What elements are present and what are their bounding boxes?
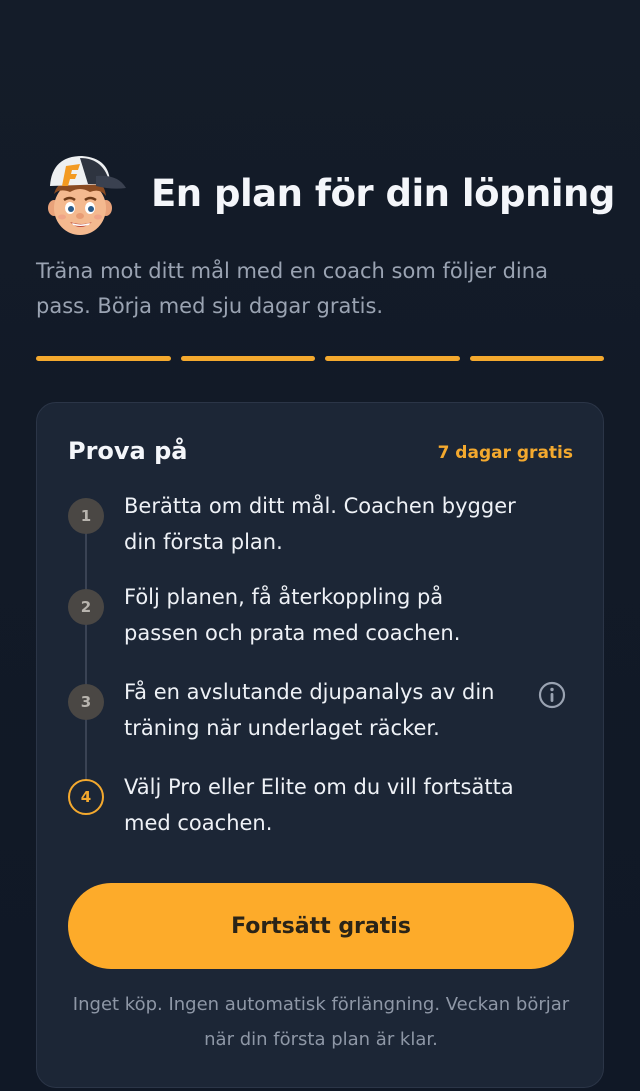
step-number: 1 [68, 498, 104, 534]
card-title: Prova på [68, 437, 188, 465]
info-icon[interactable] [538, 681, 566, 709]
progress-segment [36, 356, 171, 361]
progress-segment [469, 356, 604, 361]
footnote: Inget köp. Ingen automatisk förlängning.… [72, 994, 570, 1050]
runner-mascot-icon [48, 156, 126, 235]
continue-free-button[interactable]: Fortsätt gratis [68, 883, 574, 969]
timeline-line [85, 513, 87, 798]
step-number: 3 [68, 684, 104, 720]
header: En plan för din löpning [36, 150, 615, 235]
page-title: En plan för din löpning [151, 172, 615, 215]
step-text: Välj Pro eller Elite om du vill fortsätt… [124, 775, 514, 835]
page-subtitle: Träna mot ditt mål med en coach som följ… [36, 259, 548, 318]
trial-card: Prova på 7 dagar gratis 1 Berätta om dit… [36, 402, 604, 1088]
progress-segment [180, 356, 315, 361]
step-text: Följ planen, få återkoppling på passen o… [124, 585, 461, 645]
step-text: Få en avslutande djupanalys av din träni… [124, 680, 495, 740]
step-text: Berätta om ditt mål. Coachen bygger din … [124, 494, 516, 554]
progress-segment [325, 356, 460, 361]
step-number: 2 [68, 589, 104, 625]
progress-bar [36, 356, 604, 362]
step-number-current: 4 [68, 779, 104, 815]
trial-badge: 7 dagar gratis [437, 443, 573, 463]
